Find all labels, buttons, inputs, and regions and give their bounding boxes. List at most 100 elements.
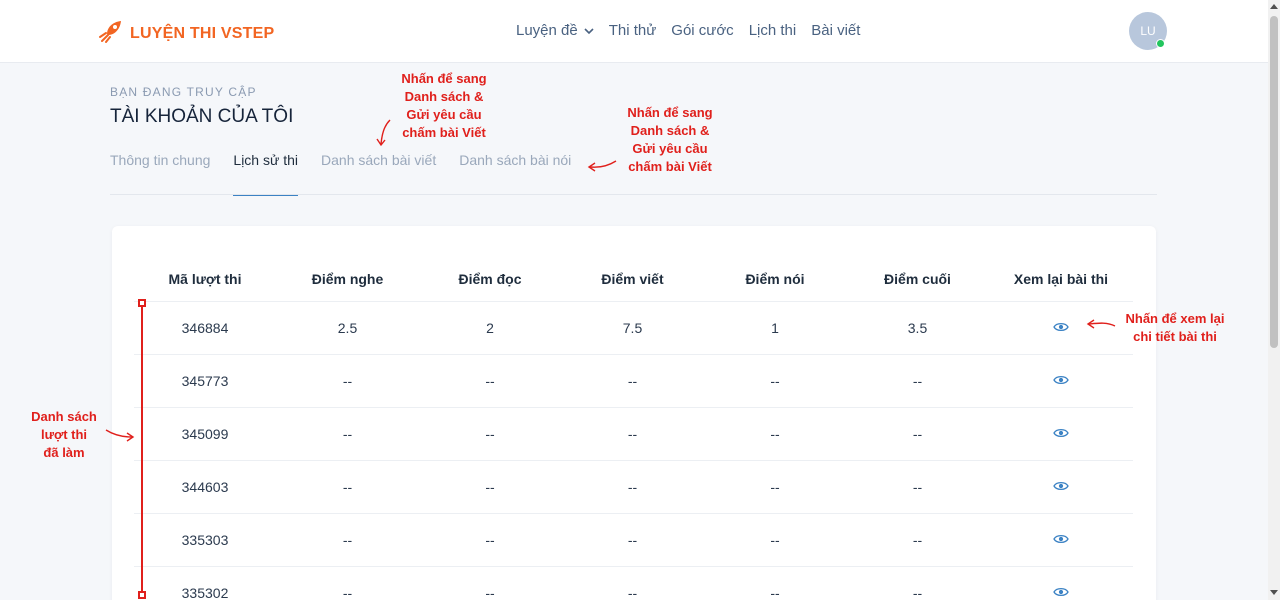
eye-icon[interactable] <box>1053 374 1069 386</box>
cell-diem-cuoi: -- <box>912 373 923 389</box>
cell-diem-cuoi: -- <box>912 426 923 442</box>
cell-diem-noi: -- <box>770 532 780 548</box>
avatar-initials: LU <box>1140 24 1156 38</box>
rocket-icon <box>98 19 124 48</box>
nav-item-label: Lịch thi <box>748 22 797 39</box>
cell-diem-noi: -- <box>770 585 780 600</box>
brand-name: LUYỆN THI VSTEP <box>130 24 275 42</box>
cell-diem-viet: -- <box>627 585 638 600</box>
nav-item-bai-viet[interactable]: Bài viết <box>811 22 860 39</box>
table-row: 335302 -- -- -- -- -- <box>134 567 1133 600</box>
cell-diem-cuoi: -- <box>912 532 923 548</box>
eye-icon[interactable] <box>1053 427 1069 439</box>
page-scrollbar[interactable] <box>1268 0 1280 600</box>
cell-diem-doc: -- <box>485 373 495 389</box>
cell-diem-nghe: -- <box>342 426 353 442</box>
exam-history-table: Mã lượt thi Điểm nghe Điểm đọc Điểm viết… <box>134 256 1133 600</box>
annotation-arrow-icon <box>105 429 135 442</box>
main-nav: Luyện đề Thi thử Gói cước Lịch thi Bài v… <box>516 22 860 39</box>
table-row: 344603 -- -- -- -- -- <box>134 461 1133 514</box>
cell-diem-viet: 7.5 <box>622 320 643 336</box>
cell-ma-luot-thi: 335303 <box>181 532 229 548</box>
annotation-line: đã làm <box>43 445 85 460</box>
nav-item-label: Thi thử <box>608 22 657 39</box>
annotation-arrow-icon <box>587 160 617 172</box>
cell-ma-luot-thi: 335302 <box>181 585 229 600</box>
cell-xem-lai <box>989 479 1133 495</box>
annotation-line: Gửi yêu cầu <box>406 107 482 122</box>
table-header-row: Mã lượt thi Điểm nghe Điểm đọc Điểm viết… <box>134 256 1133 302</box>
exam-history-card: Mã lượt thi Điểm nghe Điểm đọc Điểm viết… <box>112 226 1156 600</box>
annotation-speaking-list: Nhấn để sang Danh sách & Gửi yêu cầu chấ… <box>612 104 728 176</box>
annotation-line: Nhấn để xem lại <box>1125 311 1225 326</box>
cell-diem-viet: -- <box>627 426 638 442</box>
scroll-down-arrow[interactable] <box>1270 590 1278 595</box>
annotation-line: Nhấn để sang <box>401 71 487 86</box>
annotation-review: Nhấn để xem lại chi tiết bài thi <box>1115 310 1235 346</box>
cell-diem-noi: -- <box>770 479 780 495</box>
table-row: 346884 2.5 2 7.5 1 3.5 <box>134 302 1133 355</box>
cell-ma-luot-thi: 345773 <box>181 373 229 389</box>
cell-diem-doc: -- <box>485 426 495 442</box>
cell-diem-noi: 1 <box>771 320 779 336</box>
cell-ma-luot-thi: 346884 <box>181 320 229 336</box>
cell-xem-lai <box>989 532 1133 548</box>
annotation-line: Nhấn để sang <box>627 105 713 120</box>
annotation-line: lượt thi <box>40 427 88 442</box>
chevron-down-icon <box>584 22 594 39</box>
tab-lich-su-thi[interactable]: Lịch sử thi <box>233 152 299 196</box>
column-header-diem-noi: Điểm nói <box>745 270 805 287</box>
nav-item-luyen-de[interactable]: Luyện đề <box>516 22 594 39</box>
nav-item-lich-thi[interactable]: Lịch thi <box>749 22 797 39</box>
cell-diem-doc: -- <box>485 532 495 548</box>
account-tabs: Thông tin chung Lịch sử thi Danh sách bà… <box>110 152 571 196</box>
annotation-arrow-icon <box>1086 319 1116 329</box>
annotation-line: Danh sách & <box>630 123 710 138</box>
tab-danh-sach-bai-viet[interactable]: Danh sách bài viết <box>321 152 436 196</box>
page-kicker: BẠN ĐANG TRUY CẬP <box>110 85 257 99</box>
top-header: LUYỆN THI VSTEP Luyện đề Thi thử Gói cướ… <box>0 0 1268 63</box>
table-row: 345773 -- -- -- -- -- <box>134 355 1133 408</box>
nav-item-goi-cuoc[interactable]: Gói cước <box>671 22 733 39</box>
column-header-xem-lai: Xem lại bài thi <box>1013 270 1109 287</box>
cell-diem-nghe: -- <box>342 373 353 389</box>
annotation-bracket-bottom <box>138 591 146 599</box>
eye-icon[interactable] <box>1053 586 1069 598</box>
cell-xem-lai <box>989 426 1133 442</box>
annotation-bracket-line <box>141 302 143 596</box>
annotation-line: chấm bài Viết <box>628 159 712 174</box>
nav-item-label: Bài viết <box>811 22 861 39</box>
nav-item-label: Luyện đề <box>516 22 578 39</box>
nav-item-thi-thu[interactable]: Thi thử <box>609 22 657 39</box>
column-header-ma-luot-thi: Mã lượt thi <box>168 270 242 287</box>
cell-diem-doc: -- <box>485 479 495 495</box>
eye-icon[interactable] <box>1053 480 1069 492</box>
cell-diem-noi: -- <box>770 373 780 389</box>
annotation-bracket-top <box>138 299 146 307</box>
annotation-line: chấm bài Viết <box>402 125 486 140</box>
cell-diem-cuoi: -- <box>912 479 923 495</box>
cell-xem-lai <box>989 373 1133 389</box>
eye-icon[interactable] <box>1053 321 1069 333</box>
annotation-line: chi tiết bài thi <box>1133 329 1217 344</box>
cell-ma-luot-thi: 345099 <box>181 426 229 442</box>
cell-xem-lai <box>989 585 1133 600</box>
cell-diem-nghe: -- <box>342 479 353 495</box>
annotation-attempts: Danh sách lượt thi đã làm <box>22 408 106 462</box>
cell-diem-viet: -- <box>627 373 638 389</box>
annotation-writing-list: Nhấn để sang Danh sách & Gửi yêu cầu chấ… <box>386 70 502 142</box>
brand-logo[interactable]: LUYỆN THI VSTEP <box>98 19 274 48</box>
annotation-line: Danh sách & <box>404 89 484 104</box>
scroll-thumb[interactable] <box>1270 16 1278 348</box>
cell-diem-nghe: 2.5 <box>337 320 358 336</box>
tab-danh-sach-bai-noi[interactable]: Danh sách bài nói <box>459 152 571 196</box>
eye-icon[interactable] <box>1053 533 1069 545</box>
cell-diem-viet: -- <box>627 532 638 548</box>
cell-diem-noi: -- <box>770 426 780 442</box>
scroll-up-arrow[interactable] <box>1270 4 1278 9</box>
page-title: TÀI KHOẢN CỦA TÔI <box>110 106 294 127</box>
online-status-dot <box>1156 39 1165 48</box>
tab-thong-tin-chung[interactable]: Thông tin chung <box>110 152 210 196</box>
column-header-diem-doc: Điểm đọc <box>458 270 522 287</box>
column-header-diem-viet: Điểm viết <box>601 270 664 287</box>
